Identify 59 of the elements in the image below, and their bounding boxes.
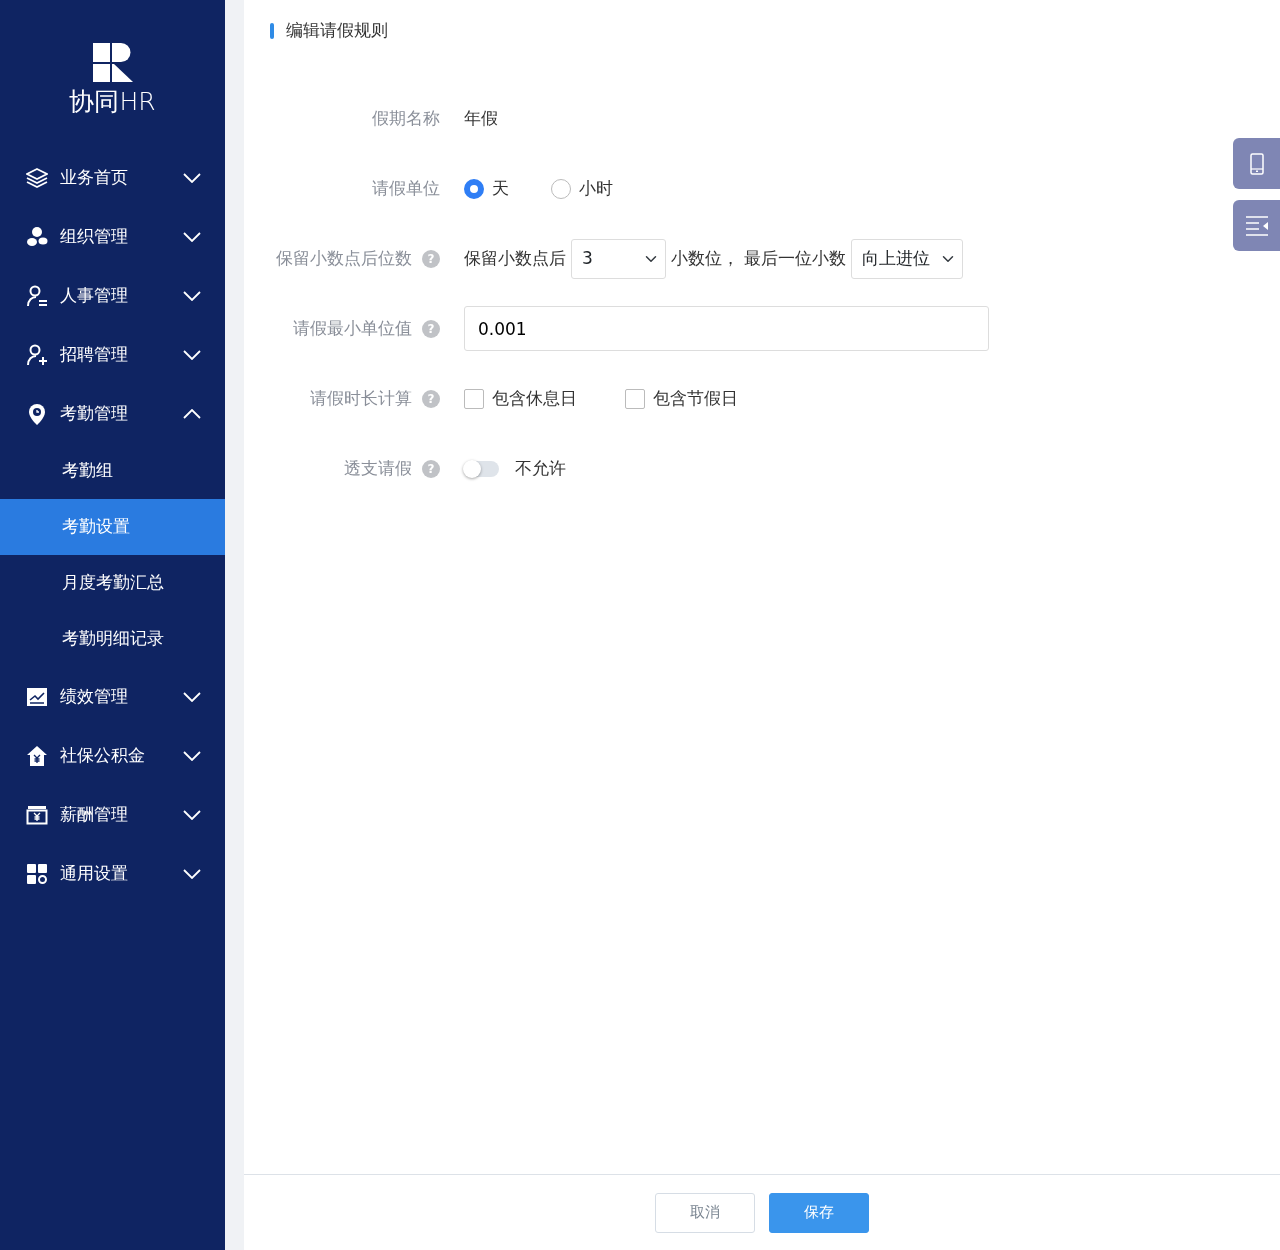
chevron-down-icon (183, 290, 201, 301)
list-collapse-icon (1245, 215, 1268, 236)
radio-option[interactable]: 天 (464, 175, 509, 202)
location-pin-icon (26, 402, 48, 425)
chevron-down-icon (183, 750, 201, 761)
field-text: 保留小数点后 (464, 246, 566, 270)
sidebar-menu-item[interactable]: 绩效管理 (0, 667, 225, 726)
field-text: 小数位， (671, 246, 739, 270)
sidebar-submenu-item[interactable]: 考勤明细记录 (0, 611, 225, 667)
person-icon (26, 284, 48, 307)
chevron-down-icon (183, 809, 201, 820)
field-text: 最后一位小数 (744, 246, 846, 270)
chevron-up-icon (183, 408, 201, 419)
chevron-down-icon (183, 691, 201, 702)
rounding-select[interactable]: 向上进位 (851, 238, 963, 279)
sidebar-menu-item[interactable]: 考勤管理 (0, 384, 225, 443)
sidebar-menu-item[interactable]: 招聘管理 (0, 325, 225, 384)
checkbox-option[interactable]: 包含休息日 (464, 385, 577, 412)
layers-icon (26, 166, 48, 189)
chevron-down-icon (183, 231, 201, 242)
wallet-icon (26, 803, 48, 826)
sidebar-menu-item[interactable]: 社保公积金 (0, 726, 225, 785)
sidebar-menu-item[interactable]: 业务首页 (0, 148, 225, 207)
outline-float-button[interactable] (1233, 200, 1280, 251)
checkbox-option[interactable]: 包含节假日 (625, 385, 738, 412)
chevron-down-icon (183, 349, 201, 360)
sidebar-menu-item[interactable]: 通用设置 (0, 844, 225, 903)
field-label: 假期名称 (372, 106, 440, 130)
field-label: 请假单位 (372, 176, 440, 200)
chevron-down-icon (183, 868, 201, 879)
field-label: 保留小数点后位数 (276, 246, 412, 270)
sidebar-menu-item[interactable]: 组织管理 (0, 207, 225, 266)
digits-select[interactable]: 3 (571, 238, 666, 279)
min-unit-input[interactable]: 0.001 (464, 306, 989, 351)
radio-option[interactable]: 小时 (551, 175, 613, 202)
sidebar-menu-item[interactable]: 薪酬管理 (0, 785, 225, 844)
toggle-switch[interactable] (464, 460, 499, 477)
chart-icon (26, 685, 48, 708)
sidebar-menu-item[interactable]: 人事管理 (0, 266, 225, 325)
mobile-float-button[interactable] (1233, 138, 1280, 189)
title-accent-bar (270, 22, 274, 39)
field-label: 透支请假 (344, 456, 412, 480)
logo-text: 协同HR (69, 88, 156, 116)
cancel-button[interactable]: 取消 (655, 1192, 755, 1233)
tablet-icon (1249, 152, 1264, 175)
field-value: 年假 (464, 106, 498, 130)
people-group-icon (26, 225, 48, 248)
page-title: 编辑请假规则 (286, 19, 388, 42)
sidebar-submenu-item[interactable]: 考勤设置 (0, 499, 225, 555)
house-icon (26, 744, 48, 767)
field-label: 请假时长计算 (310, 386, 412, 410)
sidebar-submenu-item[interactable]: 考勤组 (0, 443, 225, 499)
chevron-down-icon (183, 172, 201, 183)
sidebar-submenu-item[interactable]: 月度考勤汇总 (0, 555, 225, 611)
person-add-icon (26, 343, 48, 366)
logo-icon (92, 43, 133, 82)
switch-state-text: 不允许 (515, 456, 566, 480)
field-label: 请假最小单位值 (293, 316, 412, 340)
grid-icon (26, 862, 48, 885)
